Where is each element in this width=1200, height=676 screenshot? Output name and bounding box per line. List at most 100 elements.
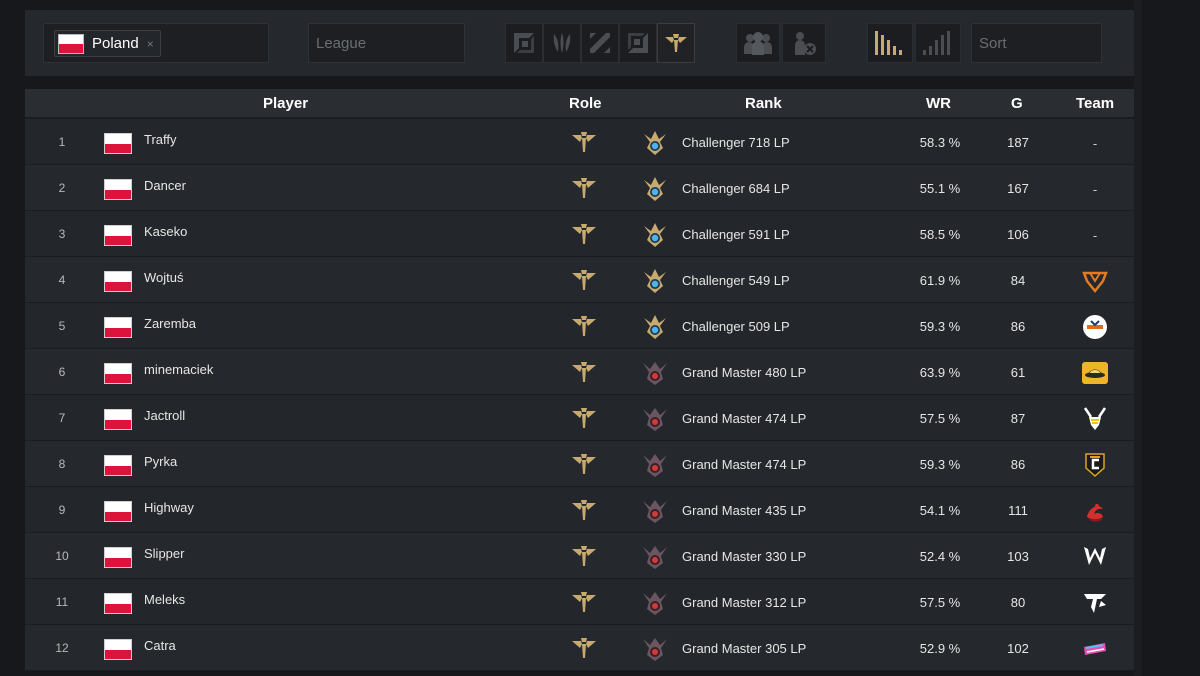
player-name[interactable]: Zaremba [144,316,196,331]
player-winrate: 55.1 % [919,181,961,196]
team-logo-crest-c-icon [1085,453,1105,478]
table-row[interactable]: 12 Catra Grand Master 305 LP 52.9 % 102 [25,625,1134,671]
player-team[interactable] [1079,635,1111,663]
team-empty: - [1092,135,1098,151]
header-player[interactable]: Player [263,95,308,112]
player-games: 87 [1010,411,1026,426]
player-rank: Challenger 718 LP [682,135,790,150]
team-logo-yellow-hat-icon [1082,362,1108,384]
table-row[interactable]: 2 Dancer Challenger 684 LP 55.1 % 167 - [25,165,1134,211]
league-input[interactable] [309,24,464,62]
player-team[interactable] [1079,589,1111,617]
player-name[interactable]: Highway [144,500,194,515]
player-flag [104,271,132,295]
player-games: 103 [1007,549,1029,564]
player-name[interactable]: Pyrka [144,454,177,469]
row-rank-number: 12 [55,641,69,655]
player-name[interactable]: Traffy [144,132,177,147]
header-games[interactable]: G [1011,95,1023,112]
player-name[interactable]: Jactroll [144,408,185,423]
player-name[interactable]: Wojtuś [144,270,184,285]
player-role [571,222,597,249]
sort-filter[interactable] [971,23,1102,63]
role-bottom-button[interactable] [619,23,657,63]
country-chip[interactable]: Poland × [54,30,161,57]
table-row[interactable]: 7 Jactroll Grand Master 474 LP 57.5 % 87 [25,395,1134,441]
player-rank-emblem [641,268,669,297]
player-name[interactable]: Dancer [144,178,186,193]
support-role-icon [572,270,596,290]
player-team[interactable] [1079,543,1111,571]
sort-descending-icon [875,31,902,55]
player-winrate: 61.9 % [919,273,961,288]
table-row[interactable]: 10 Slipper Grand Master 330 LP 52.4 % 103 [25,533,1134,579]
player-rank-emblem [641,314,669,343]
poland-flag-icon [104,639,132,660]
header-rank[interactable]: Rank [745,95,782,112]
player-games: 86 [1010,457,1026,472]
player-team[interactable] [1079,359,1111,387]
table-row[interactable]: 11 Meleks Grand Master 312 LP 57.5 % 80 [25,579,1134,625]
player-flag [104,363,132,387]
player-team[interactable] [1079,313,1111,341]
player-rank: Grand Master 474 LP [682,411,807,426]
player-role [571,360,597,387]
poland-flag-icon [58,33,84,54]
remove-country-icon[interactable]: × [147,37,154,51]
player-rank-emblem [641,452,669,481]
player-flag [104,455,132,479]
without-team-button[interactable] [782,23,826,63]
league-filter[interactable] [308,23,465,63]
player-team[interactable]: - [1079,175,1111,203]
player-name[interactable]: minemaciek [144,362,213,377]
leaderboard-table: Player Role Rank WR G Team 1 Traffy Challe… [25,89,1134,671]
poland-flag-icon [104,133,132,154]
role-jungle-button[interactable] [543,23,581,63]
role-mid-button[interactable] [581,23,619,63]
player-team[interactable]: - [1079,129,1111,157]
table-row[interactable]: 9 Highway Grand Master 435 LP 54.1 % 111 [25,487,1134,533]
grandmaster-rank-icon [643,408,667,431]
support-role-icon [572,132,596,152]
player-winrate: 59.3 % [919,319,961,334]
player-games: 102 [1007,641,1029,656]
player-games: 61 [1010,365,1026,380]
row-rank-number: 2 [58,181,66,195]
player-team[interactable] [1079,451,1111,479]
player-role [571,544,597,571]
player-games: 80 [1010,595,1026,610]
support-role-icon [572,546,596,566]
country-filter[interactable]: Poland × [43,23,269,63]
player-name[interactable]: Kaseko [144,224,187,239]
player-team[interactable] [1079,267,1111,295]
player-rank-emblem [641,636,669,665]
table-row[interactable]: 1 Traffy Challenger 718 LP 58.3 % 187 - [25,119,1134,165]
table-row[interactable]: 3 Kaseko Challenger 591 LP 58.5 % 106 - [25,211,1134,257]
player-flag [104,547,132,571]
table-row[interactable]: 6 minemaciek Grand Master 480 LP 63.9 % 61 [25,349,1134,395]
role-top-button[interactable] [505,23,543,63]
table-row[interactable]: 4 Wojtuś Challenger 549 LP 61.9 % 84 [25,257,1134,303]
player-team[interactable]: - [1079,221,1111,249]
sort-input[interactable] [972,24,1101,62]
header-team[interactable]: Team [1076,95,1114,112]
sort-ascending-button[interactable] [915,23,961,63]
player-name[interactable]: Meleks [144,592,185,607]
player-winrate: 57.5 % [919,411,961,426]
player-team[interactable] [1079,497,1111,525]
table-row[interactable]: 5 Zaremba Challenger 509 LP 59.3 % 86 [25,303,1134,349]
row-rank-number: 7 [58,411,66,425]
grandmaster-rank-icon [643,454,667,477]
sort-descending-button[interactable] [867,23,913,63]
role-support-button[interactable] [657,23,695,63]
header-role[interactable]: Role [569,95,602,112]
table-row[interactable]: 8 Pyrka Grand Master 474 LP 59.3 % 86 [25,441,1134,487]
player-flag [104,133,132,157]
team-logo-montpellier-icon [1083,315,1107,339]
player-team[interactable] [1079,405,1111,433]
header-wr[interactable]: WR [926,95,951,112]
with-team-button[interactable] [736,23,780,63]
player-name[interactable]: Slipper [144,546,184,561]
player-rank-emblem [641,130,669,159]
player-name[interactable]: Catra [144,638,176,653]
